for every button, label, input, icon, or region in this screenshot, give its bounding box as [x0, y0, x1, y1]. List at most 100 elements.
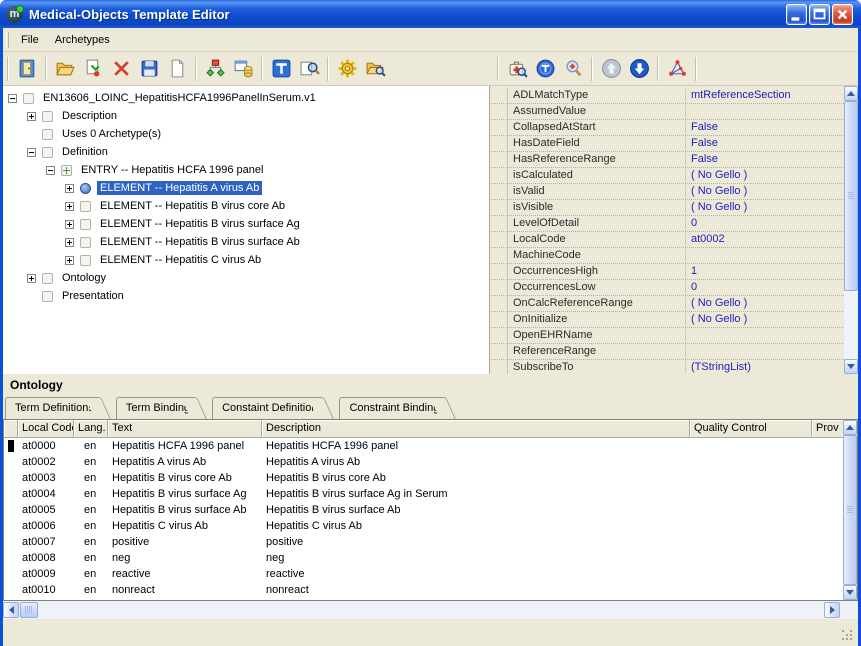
tab-constraint-definition[interactable]: Constaint Definition: [212, 397, 321, 419]
property-row[interactable]: OccurrencesHigh1: [491, 264, 844, 280]
open-button[interactable]: [51, 55, 79, 83]
property-row[interactable]: HasReferenceRangeFalse: [491, 152, 844, 168]
property-row[interactable]: MachineCode: [491, 248, 844, 264]
header-quality-control[interactable]: Quality Control: [690, 420, 812, 438]
property-row[interactable]: OnCalcReferenceRange( No Gello ): [491, 296, 844, 312]
term-button[interactable]: [531, 55, 559, 83]
new-document-button[interactable]: [163, 55, 191, 83]
tree-item-description[interactable]: Description: [27, 107, 489, 125]
tree-item-label[interactable]: Definition: [59, 145, 111, 159]
menu-archetypes[interactable]: Archetypes: [47, 31, 118, 49]
tree-item-label[interactable]: ELEMENT -- Hepatitis C virus Ab: [97, 253, 264, 267]
maximize-button[interactable]: [809, 4, 830, 25]
property-value[interactable]: mtReferenceSection: [686, 88, 844, 103]
tree-item-uses-archetypes[interactable]: Uses 0 Archetype(s): [27, 125, 489, 143]
property-row[interactable]: OccurrencesLow0: [491, 280, 844, 296]
case-search-button[interactable]: [503, 55, 531, 83]
table-row[interactable]: at0002enHepatitis A virus AbHepatitis A …: [4, 454, 857, 470]
tab-term-binding[interactable]: Term Binding: [116, 397, 194, 419]
tree-item-element-hep-a[interactable]: ELEMENT -- Hepatitis A virus Ab: [65, 179, 489, 197]
scroll-track[interactable]: [844, 101, 858, 359]
property-value[interactable]: False: [686, 136, 844, 151]
header-provenance[interactable]: Prov: [812, 420, 845, 438]
header-lang[interactable]: Lang.: [74, 420, 108, 438]
property-value[interactable]: [686, 104, 844, 119]
tree-item-label[interactable]: ELEMENT -- Hepatitis B virus core Ab: [97, 199, 288, 213]
horizontal-scrollbar[interactable]: [3, 601, 858, 619]
resize-grip-icon[interactable]: [842, 630, 844, 632]
property-row[interactable]: isValid( No Gello ): [491, 184, 844, 200]
property-row[interactable]: SubscribeTo(TStringList): [491, 360, 844, 374]
settings-button[interactable]: [333, 55, 361, 83]
scroll-track[interactable]: [19, 602, 824, 618]
tree-item-presentation[interactable]: Presentation: [27, 287, 489, 305]
save-button[interactable]: [135, 55, 163, 83]
property-row[interactable]: LocalCodeat0002: [491, 232, 844, 248]
tree-item-label[interactable]: ELEMENT -- Hepatitis B virus surface Ab: [97, 235, 303, 249]
property-row[interactable]: isVisible( No Gello ): [491, 200, 844, 216]
property-row[interactable]: ReferenceRange: [491, 344, 844, 360]
property-row[interactable]: LevelOfDetail0: [491, 216, 844, 232]
property-row[interactable]: AssumedValue: [491, 104, 844, 120]
property-value[interactable]: ( No Gello ): [686, 168, 844, 183]
ontology-graph-button[interactable]: [663, 55, 691, 83]
header-description[interactable]: Description: [262, 420, 690, 438]
property-value[interactable]: ( No Gello ): [686, 200, 844, 215]
tab-term-definitions[interactable]: Term Definitions: [5, 397, 98, 419]
property-value[interactable]: ( No Gello ): [686, 312, 844, 327]
scroll-thumb[interactable]: [843, 435, 857, 585]
move-up-button[interactable]: [597, 55, 625, 83]
scroll-down-button[interactable]: [843, 585, 857, 600]
property-value[interactable]: ( No Gello ): [686, 184, 844, 199]
scroll-left-button[interactable]: [3, 602, 19, 618]
menu-file[interactable]: File: [13, 31, 47, 49]
expand-icon[interactable]: [65, 220, 74, 229]
tree-item-ontology[interactable]: Ontology: [27, 269, 489, 287]
template-text-button[interactable]: [267, 55, 295, 83]
tree-item-label-selected[interactable]: ELEMENT -- Hepatitis A virus Ab: [97, 181, 262, 195]
property-row[interactable]: ADLMatchTypemtReferenceSection: [491, 88, 844, 104]
delete-button[interactable]: [107, 55, 135, 83]
table-row[interactable]: at0010ennonreactnonreact: [4, 582, 857, 598]
header-local-code[interactable]: Local Code: [18, 420, 74, 438]
scroll-thumb[interactable]: [844, 101, 858, 291]
tree-item-label[interactable]: ELEMENT -- Hepatitis B virus surface Ag: [97, 217, 303, 231]
expand-icon[interactable]: [27, 112, 36, 121]
header-text[interactable]: Text: [108, 420, 262, 438]
open-search-button[interactable]: [361, 55, 389, 83]
expand-icon[interactable]: [65, 202, 74, 211]
property-value[interactable]: 1: [686, 264, 844, 279]
property-value[interactable]: (TStringList): [686, 360, 844, 374]
expand-icon[interactable]: [27, 274, 36, 283]
scroll-right-button[interactable]: [824, 602, 840, 618]
scroll-track[interactable]: [843, 435, 857, 585]
tree-item-element-hep-b-surface-ab[interactable]: ELEMENT -- Hepatitis B virus surface Ab: [65, 233, 489, 251]
tree-item-element-hep-b-core[interactable]: ELEMENT -- Hepatitis B virus core Ab: [65, 197, 489, 215]
exit-button[interactable]: [13, 55, 41, 83]
table-row[interactable]: at0006enHepatitis C virus AbHepatitis C …: [4, 518, 857, 534]
property-value[interactable]: [686, 248, 844, 263]
collapse-icon[interactable]: [27, 148, 36, 157]
collapse-icon[interactable]: [46, 166, 55, 175]
tree-item-label[interactable]: Ontology: [59, 271, 109, 285]
tree-item-label[interactable]: EN13606_LOINC_HepatitisHCFA1996PanelInSe…: [40, 91, 319, 105]
tree-item-label[interactable]: Presentation: [59, 289, 127, 303]
property-row[interactable]: CollapsedAtStartFalse: [491, 120, 844, 136]
scroll-up-button[interactable]: [843, 420, 857, 435]
property-value[interactable]: [686, 328, 844, 343]
close-button[interactable]: [832, 4, 853, 25]
property-row[interactable]: HasDateFieldFalse: [491, 136, 844, 152]
tree-item-root[interactable]: EN13606_LOINC_HepatitisHCFA1996PanelInSe…: [8, 89, 489, 107]
property-value[interactable]: ( No Gello ): [686, 296, 844, 311]
tree-item-element-hep-b-surface-ag[interactable]: ELEMENT -- Hepatitis B virus surface Ag: [65, 215, 489, 233]
property-row[interactable]: OpenEHRName: [491, 328, 844, 344]
find-template-button[interactable]: [295, 55, 323, 83]
table-row[interactable]: at0003enHepatitis B virus core AbHepatit…: [4, 470, 857, 486]
property-value[interactable]: 0: [686, 280, 844, 295]
tab-constraint-binding[interactable]: Constraint Binding: [339, 397, 443, 419]
table-row[interactable]: at0004enHepatitis B virus surface AgHepa…: [4, 486, 857, 502]
tree-item-element-hep-c[interactable]: ELEMENT -- Hepatitis C virus Ab: [65, 251, 489, 269]
table-row[interactable]: at0007enpositivepositive: [4, 534, 857, 550]
expand-icon[interactable]: [65, 184, 74, 193]
property-row[interactable]: isCalculated( No Gello ): [491, 168, 844, 184]
